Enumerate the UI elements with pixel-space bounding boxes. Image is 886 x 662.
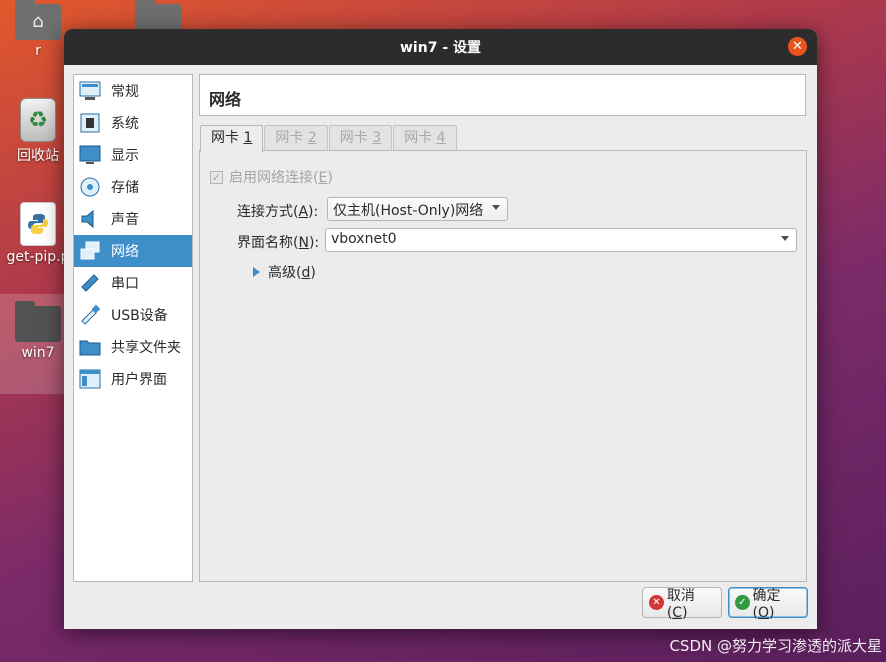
section-title: 网络 — [199, 74, 806, 116]
home-folder-icon: ⌂ — [15, 0, 61, 40]
sidebar-item-label: 用户界面 — [111, 372, 167, 388]
sidebar-item-label: 显示 — [111, 148, 139, 164]
sidebar-item-usb[interactable]: USB设备 — [74, 299, 192, 331]
tab-adapter-2[interactable]: 网卡 2 — [264, 125, 328, 151]
sidebar-item-network[interactable]: 网络 — [74, 235, 192, 267]
tab-label: 网卡 — [339, 130, 373, 146]
sidebar-item-label: 常规 — [111, 84, 139, 100]
folder-icon — [15, 301, 61, 342]
tab-label: 网卡 — [404, 130, 437, 146]
display-monitor-icon — [78, 143, 102, 167]
system-chip-icon — [78, 111, 102, 135]
enable-adapter-checkbox[interactable]: ✓ — [210, 170, 223, 184]
sidebar-item-display[interactable]: 显示 — [74, 139, 192, 171]
interface-name-select[interactable]: vboxnet0 — [325, 228, 797, 252]
speaker-icon — [78, 207, 102, 231]
enable-adapter-label: 启用网络连接(E) — [229, 170, 333, 186]
tab-adapter-4[interactable]: 网卡 4 — [393, 125, 457, 151]
usb-icon — [78, 303, 102, 327]
expand-arrow-icon — [253, 267, 260, 277]
network-icon — [78, 239, 102, 263]
general-icon — [78, 79, 102, 103]
tab-label: 网卡 — [275, 130, 308, 146]
enable-adapter-row: ✓ 启用网络连接(E) — [210, 167, 333, 187]
tab-mnemonic: 1 — [243, 130, 253, 146]
dialog-title: win7 - 设置 — [400, 40, 481, 56]
tab-adapter-3[interactable]: 网卡 3 — [328, 125, 393, 151]
chevron-down-icon — [492, 205, 501, 210]
tab-mnemonic: 2 — [307, 130, 317, 146]
sidebar-item-audio[interactable]: 声音 — [74, 203, 192, 235]
ok-icon: ✓ — [735, 595, 750, 610]
watermark: CSDN @努力学习渗透的派大星 — [669, 637, 882, 655]
sidebar-item-label: USB设备 — [111, 308, 168, 324]
settings-dialog: win7 - 设置 ✕ 常规 系统 显示 存储 声音 网络 串口 USB设备 共… — [64, 29, 817, 629]
sidebar-item-label: 串口 — [111, 276, 139, 292]
sidebar-item-shared-folders[interactable]: 共享文件夹 — [74, 331, 192, 363]
storage-disc-icon — [78, 175, 102, 199]
sidebar-item-label: 存储 — [111, 180, 139, 196]
sidebar-item-serial[interactable]: 串口 — [74, 267, 192, 299]
tab-label: 网卡 — [211, 130, 244, 146]
advanced-toggle[interactable]: 高级(d) — [253, 262, 316, 282]
cancel-label: 取消(C) — [666, 587, 695, 621]
cancel-icon: ✕ — [649, 595, 664, 610]
sidebar-item-user-interface[interactable]: 用户界面 — [74, 363, 192, 395]
ok-label: 确定(O) — [752, 587, 781, 621]
sidebar-item-storage[interactable]: 存储 — [74, 171, 192, 203]
shared-folder-icon — [78, 335, 102, 359]
tab-adapter-1[interactable]: 网卡 1 — [200, 125, 264, 152]
interface-name-label: 界面名称(N): — [237, 235, 320, 251]
sidebar-item-label: 系统 — [111, 116, 139, 132]
attach-mode-value: 仅主机(Host-Only)网络 — [333, 203, 484, 219]
settings-sidebar: 常规 系统 显示 存储 声音 网络 串口 USB设备 共享文件夹 用户界面 — [73, 74, 193, 582]
interface-name-value: vboxnet0 — [331, 231, 397, 247]
dialog-titlebar: win7 - 设置 ✕ — [64, 29, 817, 65]
sidebar-item-label: 网络 — [111, 244, 139, 260]
ok-button[interactable]: ✓ 确定(O) — [728, 587, 808, 621]
adapter-panel: ✓ 启用网络连接(E) 连接方式(A): 仅主机(Host-Only)网络 界面… — [199, 150, 807, 582]
sidebar-item-label: 共享文件夹 — [111, 340, 181, 356]
tab-mnemonic: 4 — [436, 130, 446, 146]
advanced-label: 高级(d) — [268, 265, 316, 281]
adapter-tabs: 网卡 1 网卡 2 网卡 3 网卡 4 — [200, 125, 458, 152]
cancel-button[interactable]: ✕ 取消(C) — [642, 587, 722, 621]
chevron-down-icon — [781, 236, 789, 241]
recycle-bin-icon: ♻ — [20, 98, 56, 142]
user-interface-icon — [78, 367, 102, 391]
sidebar-item-system[interactable]: 系统 — [74, 107, 192, 139]
close-button[interactable]: ✕ — [788, 37, 807, 56]
attach-mode-select[interactable]: 仅主机(Host-Only)网络 — [327, 197, 509, 221]
tab-mnemonic: 3 — [372, 130, 382, 146]
sidebar-item-label: 声音 — [111, 212, 139, 228]
python-file-icon — [20, 202, 56, 246]
attach-mode-label: 连接方式(A): — [237, 204, 319, 220]
serial-port-icon — [78, 271, 102, 295]
sidebar-item-general[interactable]: 常规 — [74, 75, 192, 107]
